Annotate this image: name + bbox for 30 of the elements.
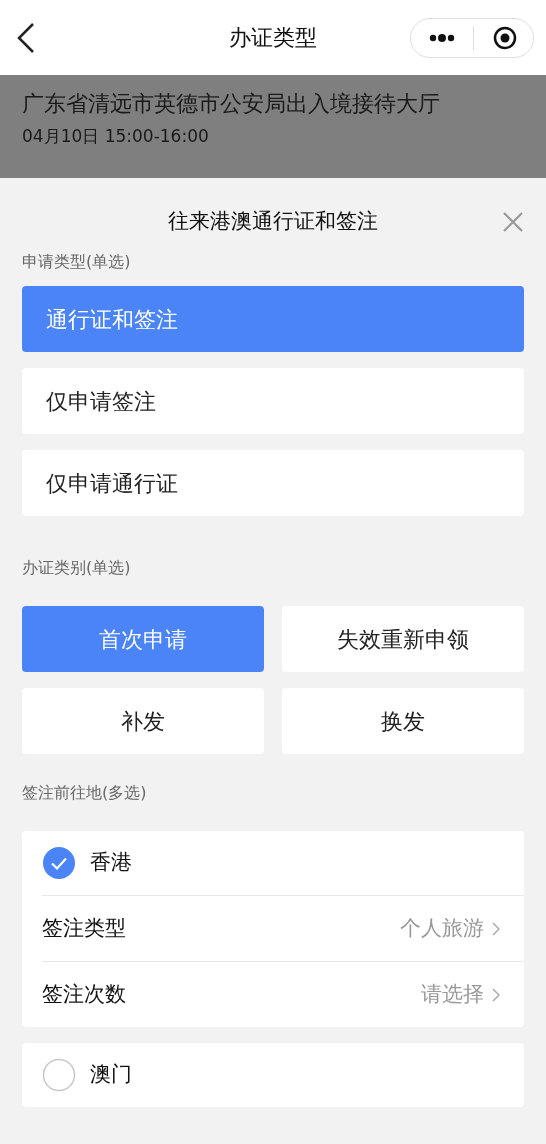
option-button[interactable]: 换发 <box>282 688 524 754</box>
field-row[interactable]: 签注类型 个人旅游 <box>42 895 524 961</box>
checkbox[interactable] <box>42 1058 76 1092</box>
option-button[interactable]: 仅申请通行证 <box>22 450 524 516</box>
close-icon[interactable] <box>502 211 524 233</box>
appointment-time: 04月10日 15:00-16:00 <box>22 125 210 148</box>
more-icon[interactable] <box>429 33 455 42</box>
checkbox[interactable] <box>42 846 76 880</box>
field-value: 请选择 <box>421 980 484 1008</box>
back-icon[interactable] <box>16 21 36 54</box>
section-label: 办证类别(单选) <box>22 557 132 579</box>
option-button[interactable]: 补发 <box>22 688 264 754</box>
field-label: 签注次数 <box>42 980 126 1008</box>
chevron-icon <box>492 921 500 936</box>
option-button[interactable]: 首次申请 <box>22 606 264 672</box>
section-label: 申请类型(单选) <box>22 251 132 273</box>
destination-name: 澳门 <box>90 1061 132 1089</box>
field-value: 个人旅游 <box>400 914 484 942</box>
field-label: 签注类型 <box>42 914 126 942</box>
field-row[interactable]: 签注次数 请选择 <box>42 961 524 1027</box>
section-label: 签注前往地(多选) <box>22 782 148 804</box>
venue-name: 广东省清远市英德市公安局出入境接待大厅 <box>22 90 441 118</box>
option-button[interactable]: 失效重新申领 <box>282 606 524 672</box>
option-button[interactable]: 通行证和签注 <box>22 286 524 352</box>
target-icon[interactable] <box>493 25 517 50</box>
option-button[interactable]: 仅申请签注 <box>22 368 524 434</box>
chevron-icon <box>492 987 500 1002</box>
sheet-title: 往来港澳通行证和签注 <box>168 208 378 236</box>
destination-name: 香港 <box>90 849 132 877</box>
page-title: 办证类型 <box>229 24 317 52</box>
